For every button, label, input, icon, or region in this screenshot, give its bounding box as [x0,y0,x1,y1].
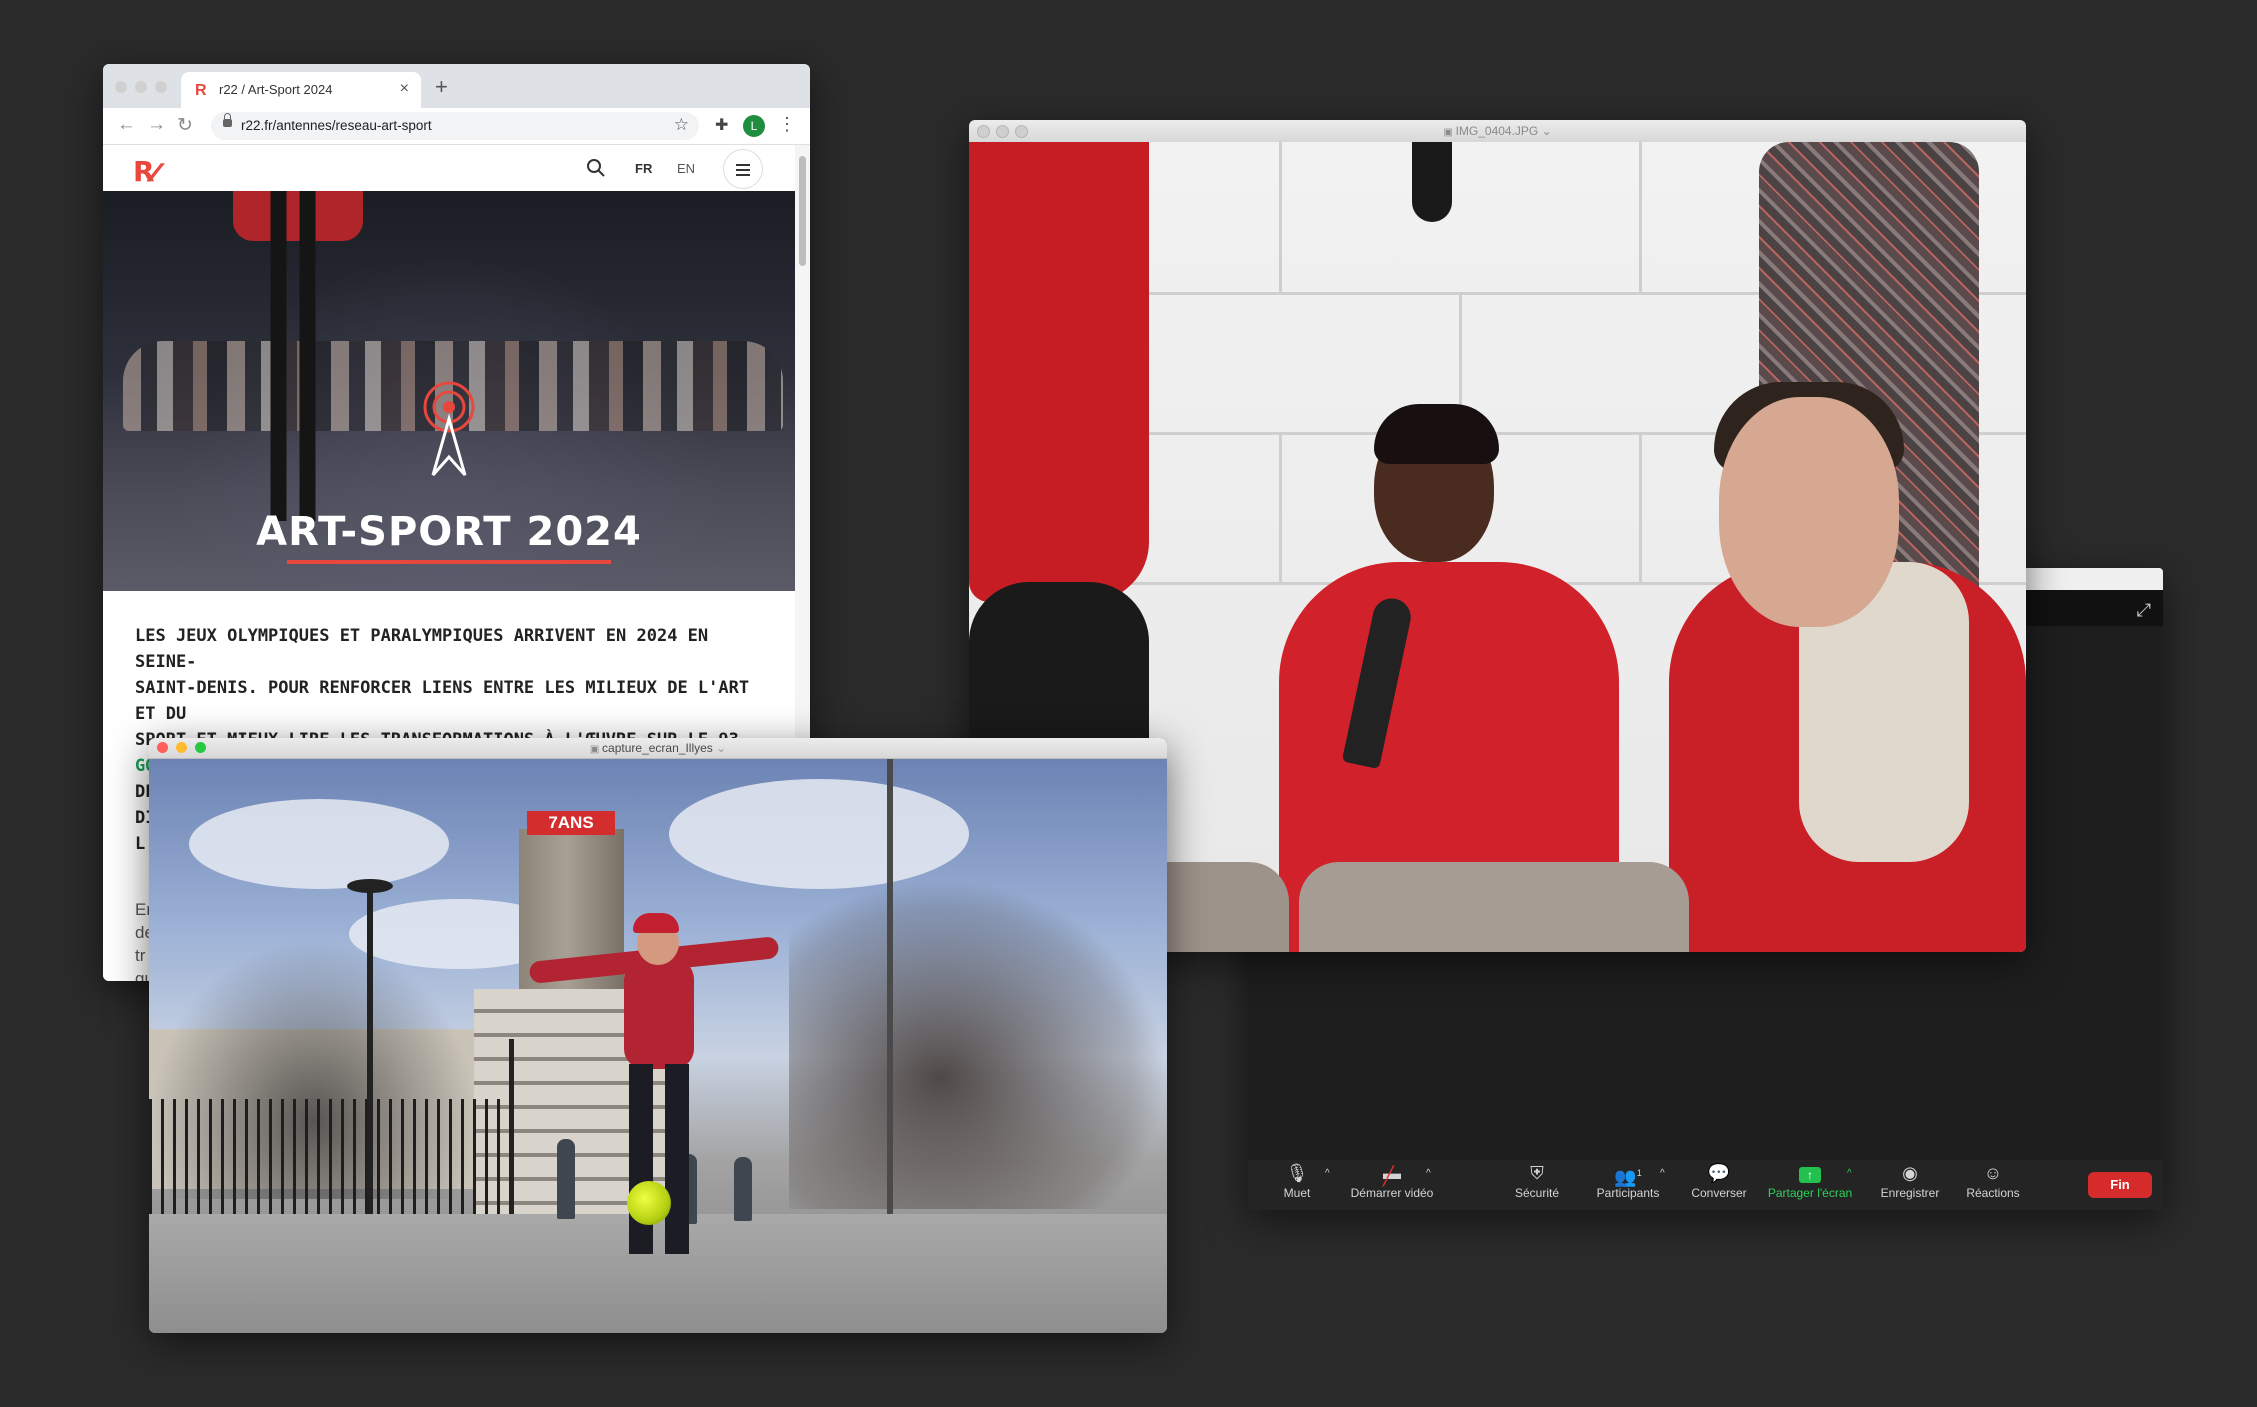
shield-icon: ⛨ [1530,1163,1544,1183]
bookmark-star-icon[interactable]: ☆ [674,115,689,135]
football [627,1181,671,1225]
lang-en-link[interactable]: EN [677,161,695,176]
video-window: ▣ capture_ecran_Illyes ⌄ 7ANS [149,738,1167,1333]
end-meeting-button[interactable]: Fin [2088,1172,2152,1198]
preview-filename: ▣ IMG_0404.JPG ⌄ [1443,124,1552,138]
video-filename: ▣ capture_ecran_Illyes ⌄ [589,741,727,755]
close-window-button[interactable] [115,81,127,93]
hero-title: ART-SPORT 2024 [256,509,642,555]
site-header: R⁄⁄ FR EN [103,145,795,191]
chat-icon: 💬 [1707,1163,1731,1183]
zoom-toolbar: 🎙 Muet ^ ▬ ╱ Démarrer vidéo ^ ⛨ Sécurité … [1248,1160,2163,1210]
video-frame: 7ANS [149,759,1167,1333]
browser-menu-icon[interactable]: ⋮ [778,114,796,135]
participants-button[interactable]: 👥1 Participants [1583,1160,1673,1200]
start-video-button[interactable]: ▬ ╱ Démarrer vidéo [1342,1160,1442,1200]
reactions-button[interactable]: ☺ Réactions [1948,1160,2038,1200]
share-screen-icon: ↑ [1799,1167,1821,1183]
record-icon: ◉ [1902,1163,1918,1183]
participants-count: 1 [1636,1168,1642,1178]
address-bar[interactable]: r22.fr/antennes/reseau-art-sport ☆ [211,112,699,140]
reload-icon[interactable]: ↻ [177,114,193,137]
browser-tab[interactable]: R r22 / Art-Sport 2024 × [181,72,421,108]
reactions-icon: ☺ [1983,1163,2003,1183]
record-button[interactable]: ◉ Enregistrer [1865,1160,1955,1200]
browser-tabstrip: R r22 / Art-Sport 2024 × + [103,64,810,108]
paragraph-fragment: tr [135,946,146,965]
tab-title: r22 / Art-Sport 2024 [219,82,333,97]
share-options-caret-icon[interactable]: ^ [1847,1168,1852,1179]
url-text: r22.fr/antennes/reseau-art-sport [241,118,432,133]
scrollbar-thumb[interactable] [799,156,806,266]
zoom-window-button[interactable] [155,81,167,93]
security-button[interactable]: ⛨ Sécurité [1492,1160,1582,1200]
hero-image: ART-SPORT 2024 [103,191,795,591]
mute-options-caret-icon[interactable]: ^ [1325,1168,1330,1179]
hanging-microphone [1412,142,1452,222]
minimize-window-button[interactable] [135,81,147,93]
video-titlebar[interactable]: ▣ capture_ecran_Illyes ⌄ [149,738,1167,759]
preview-titlebar[interactable]: ▣ IMG_0404.JPG ⌄ [969,120,2026,143]
participants-options-caret-icon[interactable]: ^ [1660,1168,1665,1179]
tower-sign: 7ANS [527,811,615,835]
r22-logo[interactable]: R⁄⁄ [133,155,159,188]
title-underline [287,560,611,564]
mute-button[interactable]: 🎙 Muet [1252,1160,1342,1200]
hamburger-menu-button[interactable] [723,149,763,189]
lang-fr-link[interactable]: FR [635,161,652,176]
chat-button[interactable]: 💬 Converser [1674,1160,1764,1200]
extensions-puzzle-icon[interactable]: ✚ [715,115,728,135]
share-screen-button[interactable]: ↑ Partager l'écran [1760,1160,1860,1200]
lock-icon [223,113,232,127]
browser-toolbar: ← → ↻ r22.fr/antennes/reseau-art-sport ☆… [103,108,810,145]
freestyle-player [528,913,780,1299]
r22-favicon-icon: R [195,82,207,99]
video-options-caret-icon[interactable]: ^ [1426,1168,1431,1179]
back-arrow-icon[interactable]: ← [117,114,136,136]
close-tab-icon[interactable]: × [400,80,409,98]
fullscreen-expand-icon[interactable]: ⤢ [2137,600,2151,621]
forward-arrow-icon[interactable]: → [147,114,166,136]
search-icon[interactable] [585,157,607,179]
new-tab-button[interactable]: + [435,74,448,100]
antenna-icon [423,381,475,476]
profile-avatar[interactable]: L [743,115,765,137]
